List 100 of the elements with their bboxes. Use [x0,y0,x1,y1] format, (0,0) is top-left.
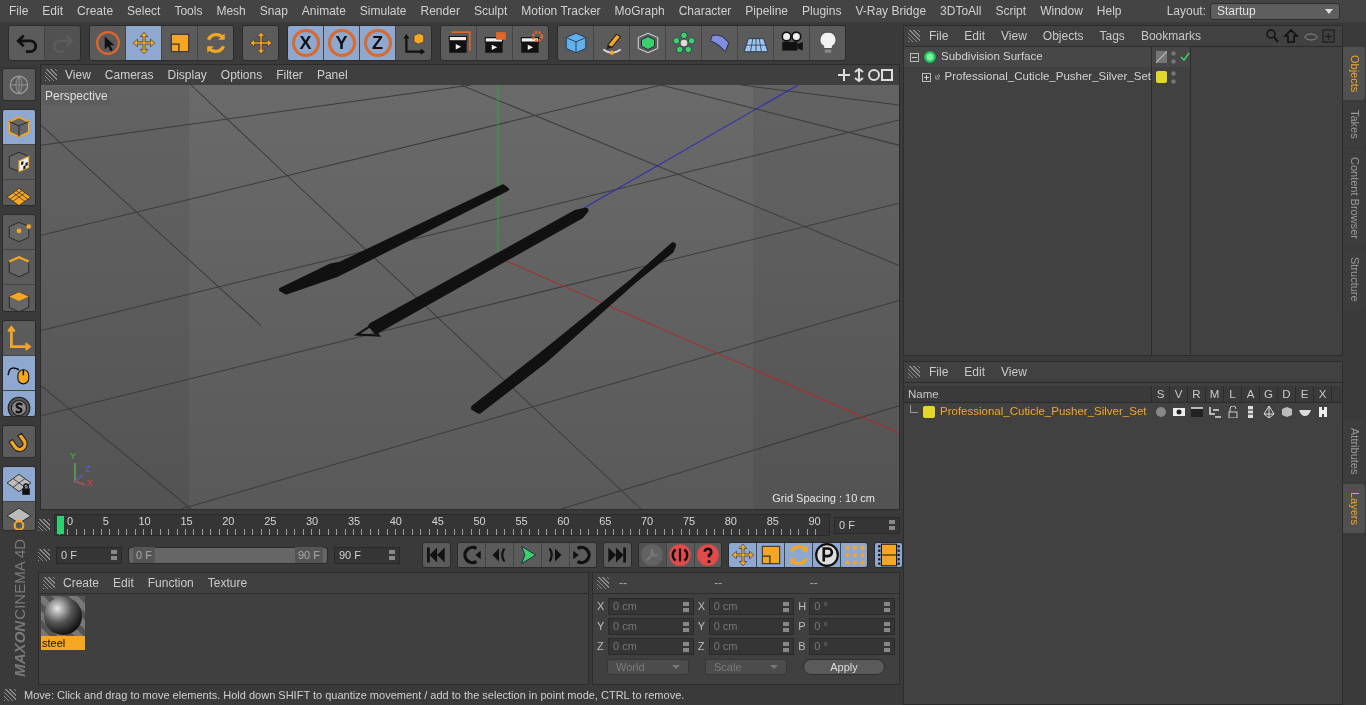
layer-name[interactable]: Professional_Cuticle_Pusher_Silver_Set [940,403,1147,421]
menu-item[interactable]: View [994,363,1034,381]
menu-item[interactable]: Select [120,2,168,20]
menu-item[interactable]: View [994,27,1034,45]
panel-grip-icon[interactable] [908,366,920,378]
menu-item[interactable]: 3DToAll [933,2,989,20]
check-icon[interactable] [1180,52,1190,62]
visibility-dots-icon[interactable] [1171,50,1176,64]
scale-button[interactable] [162,26,197,60]
menu-item[interactable]: Animate [294,2,353,20]
side-tab[interactable]: Layers [1343,484,1365,534]
menu-item[interactable]: Panel [310,66,354,84]
menu-item[interactable]: Filter [270,66,309,84]
menu-item[interactable]: Help [1089,2,1129,20]
menu-item[interactable]: Pipeline [738,2,796,20]
end-frame-field[interactable]: 90 F [334,546,400,564]
play-button[interactable] [513,543,541,567]
view-navigation-icon[interactable] [837,68,895,82]
points-button[interactable] [3,215,35,250]
globe-button[interactable] [3,69,35,101]
menu-item[interactable]: File [922,363,956,381]
renderview-button[interactable] [441,26,476,60]
solo-dot-icon[interactable] [1155,406,1167,418]
last-button[interactable] [603,543,631,567]
deformer-button[interactable] [702,26,737,60]
panel-grip-icon[interactable] [38,519,50,531]
menu-item[interactable]: MoGraph [607,2,672,20]
prevkey-button[interactable] [457,543,485,567]
menu-item[interactable]: Objects [1035,27,1091,45]
film-button[interactable] [875,543,903,567]
side-tab[interactable]: Objects [1343,47,1365,101]
camera-button[interactable] [774,26,809,60]
spinner-icon[interactable] [889,520,895,530]
layer-color-swatch[interactable] [1156,71,1168,83]
nextkey-button[interactable] [569,543,596,567]
playhead-marker[interactable] [57,516,64,534]
rendersettings-button[interactable] [513,26,548,60]
spinner-icon[interactable] [682,621,689,632]
gridrotate-button[interactable] [3,502,35,531]
layout-dropdown[interactable]: Startup [1210,2,1340,20]
menu-item[interactable]: Tools [167,2,210,20]
menu-item[interactable]: Options [214,66,269,84]
frame-range-slider[interactable]: 0 F 90 F [128,546,328,564]
menu-item[interactable]: Edit [107,574,140,592]
spinner-icon[interactable] [783,641,790,652]
magnet-button[interactable] [3,425,35,458]
menu-item[interactable]: Display [161,66,213,84]
spinner-icon[interactable] [682,641,689,652]
cube-button[interactable] [558,26,593,60]
axis-lock-button[interactable]: Z [360,26,395,60]
tweak-button[interactable] [3,355,35,390]
spinner-icon[interactable] [884,641,890,652]
menu-item[interactable]: View [59,66,97,84]
apply-button[interactable]: Apply [803,659,885,675]
menu-item[interactable]: Texture [201,574,254,592]
subdivision-button[interactable] [630,26,665,60]
menu-item[interactable]: Window [1033,2,1090,20]
rotate-button[interactable] [198,26,233,60]
model-button[interactable] [3,110,35,145]
menu-item[interactable]: Bookmarks [1133,27,1208,45]
collapse-toggle-icon[interactable] [910,52,919,62]
start-frame-field[interactable]: 0 F [56,546,122,564]
menu-item[interactable]: Sculpt [466,2,515,20]
panel-grip-icon[interactable] [597,577,609,589]
pen-button[interactable] [594,26,629,60]
padlock-icon[interactable] [1227,406,1239,418]
menu-item[interactable]: Edit [957,27,993,45]
cloner-button[interactable] [666,26,701,60]
pyramid-icon[interactable] [1263,406,1275,418]
timeline-ruler[interactable]: 0 5 10 15 20 25 30 35 40 45 50 55 60 65 70 75 80 85 90 [54,514,830,536]
spinner-icon[interactable] [884,621,890,632]
menu-item[interactable]: Cameras [98,66,160,84]
menu-item[interactable]: Edit [35,2,71,20]
menu-item[interactable]: Character [671,2,739,20]
autokey-button[interactable] [694,543,722,567]
record-button[interactable] [666,543,694,567]
menu-item[interactable]: Create [57,574,106,592]
panel-grip-icon[interactable] [43,577,55,589]
menu-item[interactable]: Plugins [795,2,849,20]
manager-tools-icon[interactable] [1266,29,1336,43]
rotate-button[interactable] [785,543,813,567]
menu-item[interactable]: File [922,27,956,45]
panel-grip-icon[interactable] [45,69,57,81]
param-button[interactable] [813,543,841,567]
clapperboard-icon[interactable] [1191,406,1203,418]
dots-button[interactable] [841,543,868,567]
spinner-icon[interactable] [884,601,890,612]
first-button[interactable] [422,543,450,567]
menu-item[interactable]: Mesh [209,2,253,20]
menu-item[interactable]: Simulate [352,2,414,20]
spinner-icon[interactable] [389,550,395,560]
expand-toggle-icon[interactable] [922,72,931,82]
axistool-button[interactable] [3,320,35,355]
axis-lock-button[interactable]: Y [324,26,359,60]
polygons-button[interactable] [3,285,35,311]
axis-lock-button[interactable]: X [288,26,323,60]
menu-item[interactable]: Function [141,574,200,592]
menu-item[interactable]: File [2,2,36,20]
panel-grip-icon[interactable] [4,689,16,701]
frame-field[interactable]: 0 F [834,516,900,534]
